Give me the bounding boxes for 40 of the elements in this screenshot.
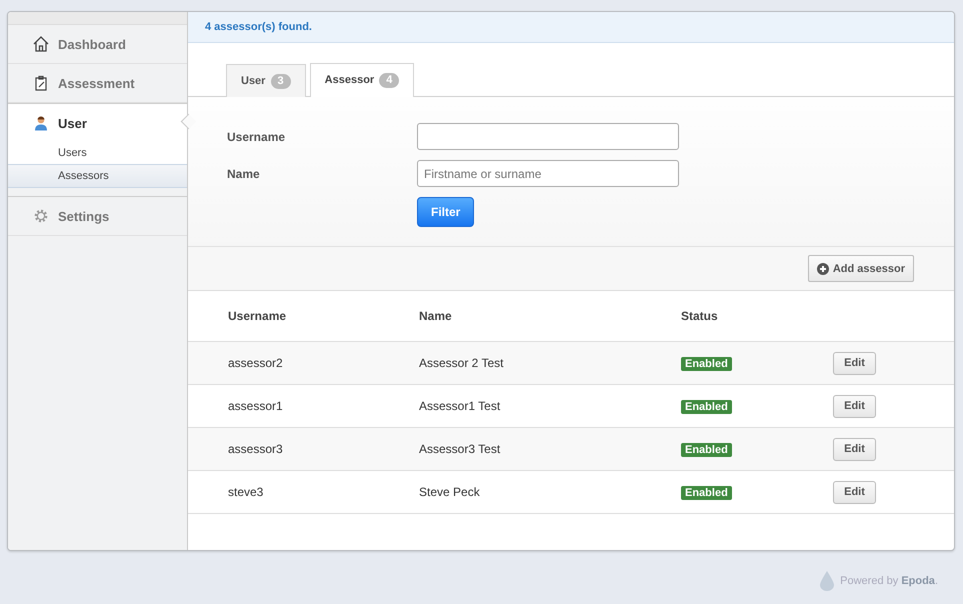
column-header: Username	[227, 309, 288, 323]
edit-button[interactable]: Edit	[833, 438, 876, 460]
add-button[interactable]: Add assessor	[808, 255, 914, 282]
status-badge: Enabled	[681, 486, 732, 500]
table-cell-text: Assessor1 Test	[419, 399, 502, 413]
plus-icon	[816, 262, 829, 274]
table-cell-text: assessor2	[227, 356, 284, 370]
person-icon	[33, 115, 49, 131]
count-badge: 3	[270, 74, 291, 89]
edit-button[interactable]: Edit	[833, 480, 876, 504]
count-badge: 4	[379, 73, 400, 88]
tab[interactable]: User 3	[226, 64, 306, 97]
message-bar: 4 assessor(s) found.	[188, 12, 954, 43]
table-cell-text: Assessor 2 Test	[419, 356, 504, 370]
field-label: Username	[227, 130, 286, 144]
clipboard-icon	[33, 75, 49, 91]
house-icon	[33, 36, 49, 52]
edit-button[interactable]: Edit	[833, 394, 876, 418]
status-badge: Enabled	[681, 443, 732, 457]
sidebar-item[interactable]: Dashboard	[8, 25, 187, 64]
sidebar-subitem[interactable]: Users	[8, 142, 187, 164]
sidebar-item[interactable]: Settings	[8, 196, 187, 236]
table-cell-text: steve3	[227, 485, 264, 499]
input-field[interactable]	[417, 123, 679, 150]
sidebar-subitem[interactable]: Assessors	[8, 164, 187, 188]
table-cell-text: Assessor3 Test	[419, 442, 502, 456]
column-header: Name	[419, 309, 453, 323]
status-badge: Enabled	[681, 357, 732, 371]
gear-icon	[33, 208, 49, 224]
tab[interactable]: Assessor 4	[310, 63, 414, 97]
column-header: Status	[681, 309, 719, 323]
table-cell-text: assessor1	[227, 399, 284, 413]
table-cell-text: assessor3	[227, 442, 284, 456]
edit-button[interactable]: Edit	[833, 352, 876, 374]
input-field[interactable]: Firstname or surname	[417, 160, 679, 187]
status-badge: Enabled	[681, 400, 732, 414]
field-label: Name	[227, 166, 261, 180]
drop-icon	[820, 571, 834, 591]
footer-text: Powered by Epoda.	[840, 575, 938, 587]
table-cell-text: Steve Peck	[419, 485, 481, 499]
